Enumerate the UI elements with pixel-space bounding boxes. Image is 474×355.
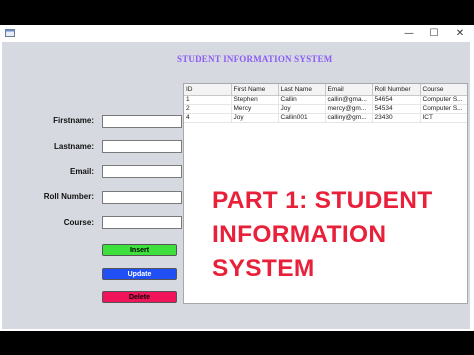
course-field[interactable] <box>102 216 182 229</box>
video-title-overlay: PART 1: STUDENT INFORMATION SYSTEM <box>212 184 452 286</box>
table-cell: 2 <box>184 104 232 114</box>
table-cell: mercy@gm... <box>325 104 373 114</box>
table-cell: Computer S... <box>420 95 467 105</box>
email-label: Email: <box>69 167 94 176</box>
column-header-email[interactable]: Email <box>325 84 373 96</box>
page-title: STUDENT INFORMATION SYSTEM <box>177 54 333 64</box>
firstname-label: Firstname: <box>53 116 94 125</box>
table-cell: Joy <box>278 104 326 114</box>
table-cell: 4 <box>184 113 232 123</box>
table-cell: Mercy <box>231 104 279 114</box>
lastname-label: Lastname: <box>53 142 94 151</box>
window-titlebar: — ☐ ✕ <box>0 25 474 42</box>
overlay-line-2: INFORMATION <box>212 221 387 248</box>
table-cell: callin@gma... <box>325 95 373 105</box>
email-field[interactable] <box>102 165 182 178</box>
overlay-line-3: SYSTEM <box>212 255 315 282</box>
column-header-course[interactable]: Course <box>420 84 467 96</box>
roll-number-field[interactable] <box>102 191 182 204</box>
column-header-first-name[interactable]: First Name <box>231 84 279 96</box>
update-button[interactable]: Update <box>102 268 177 280</box>
table-row[interactable]: 1 Stephen Callin callin@gma... 54654 Com… <box>184 95 467 105</box>
column-header-id[interactable]: ID <box>184 84 232 96</box>
table-cell: 54534 <box>372 104 421 114</box>
column-header-last-name[interactable]: Last Name <box>278 84 326 96</box>
table-cell: 23430 <box>372 113 421 123</box>
column-header-roll-number[interactable]: Roll Number <box>372 84 421 96</box>
table-row[interactable]: 4 Joy Callin001 calliny@gm... 23430 ICT <box>184 113 467 123</box>
minimize-button[interactable]: — <box>396 25 422 42</box>
java-app-icon <box>5 29 15 37</box>
insert-button[interactable]: Insert <box>102 244 177 256</box>
table-cell: 54654 <box>372 95 421 105</box>
table-cell: calliny@gm... <box>325 113 373 123</box>
maximize-button[interactable]: ☐ <box>421 25 447 42</box>
table-cell: Callin001 <box>278 113 326 123</box>
close-button[interactable]: ✕ <box>447 25 473 42</box>
table-cell: 1 <box>184 95 232 105</box>
overlay-line-1: PART 1: STUDENT <box>212 187 433 214</box>
table-row[interactable]: 2 Mercy Joy mercy@gm... 54534 Computer S… <box>184 104 467 114</box>
table-cell: Joy <box>231 113 279 123</box>
firstname-field[interactable] <box>102 115 182 128</box>
main-panel: STUDENT INFORMATION SYSTEM Firstname: La… <box>2 42 470 329</box>
roll-number-label: Roll Number: <box>43 192 94 201</box>
lastname-field[interactable] <box>102 140 182 153</box>
table-cell: ICT <box>420 113 467 123</box>
table-cell: Stephen <box>231 95 279 105</box>
table-header-row: ID First Name Last Name Email Roll Numbe… <box>184 84 467 96</box>
table-cell: Callin <box>278 95 326 105</box>
course-label: Course: <box>63 218 94 227</box>
application-window: — ☐ ✕ STUDENT INFORMATION SYSTEM Firstna… <box>0 25 474 331</box>
table-cell: Computer S... <box>420 104 467 114</box>
delete-button[interactable]: Delete <box>102 291 177 303</box>
